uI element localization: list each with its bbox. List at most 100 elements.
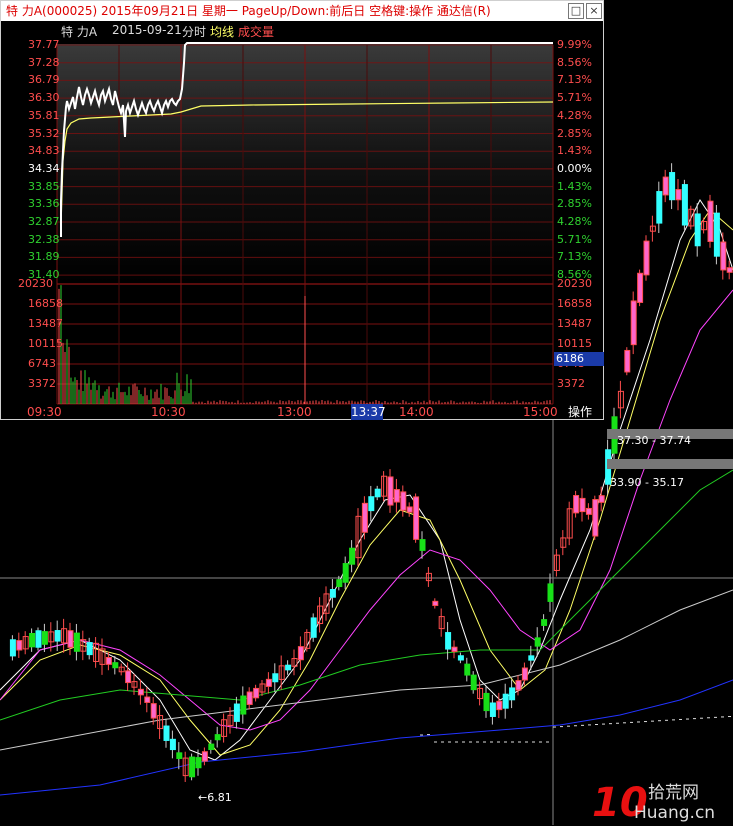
volume-axis-label-right: 13487 xyxy=(557,317,592,330)
candle-up xyxy=(598,495,605,503)
price-axis-label: 31.89 xyxy=(28,250,60,264)
volume-axis-label-right: 20230 xyxy=(557,277,592,290)
candle-up xyxy=(246,691,253,705)
candle-down xyxy=(41,631,48,645)
volume-axis-label: 20230 xyxy=(18,277,53,290)
candle-up xyxy=(643,240,650,276)
candle-up xyxy=(361,502,368,533)
candle-down xyxy=(29,632,36,648)
price-axis-label: 35.81 xyxy=(28,108,60,122)
candle-up xyxy=(720,241,727,271)
candle-down xyxy=(189,756,196,778)
pct-axis-label: 1.43% xyxy=(557,144,592,158)
candle-up xyxy=(253,687,260,699)
candle-up xyxy=(105,657,112,665)
range-label-low: 33.90 - 35.17 xyxy=(610,476,684,489)
candle-down xyxy=(457,655,464,661)
candle-down xyxy=(73,632,80,652)
candle-up xyxy=(413,496,420,540)
candle-up xyxy=(144,696,151,703)
time-axis-label: 13:00 xyxy=(277,405,312,419)
pct-axis-label: 4.28% xyxy=(557,108,592,122)
candle-up xyxy=(297,646,304,661)
pct-axis-label: 2.85% xyxy=(557,126,592,140)
volume-axis-label: 10115 xyxy=(28,337,63,350)
price-axis-label: 35.32 xyxy=(28,126,60,140)
candle-up xyxy=(521,667,528,681)
candle-down xyxy=(233,703,240,722)
candle-down xyxy=(112,662,119,669)
candle-up xyxy=(585,507,592,515)
pct-axis-label: 1.43% xyxy=(557,179,592,193)
volume-axis-label: 3372 xyxy=(28,377,56,390)
time-axis-label: 10:30 xyxy=(151,405,186,419)
time-axis-label: 14:00 xyxy=(399,405,434,419)
candle-up xyxy=(630,300,637,346)
watermark-text-cn: 拾荒网 xyxy=(648,783,699,803)
candle-up xyxy=(393,489,400,503)
candle-down xyxy=(681,184,688,226)
range-label-high: 37.30 - 37.74 xyxy=(617,434,691,447)
watermark: 10 拾荒网 Huang.cn xyxy=(590,778,730,826)
candle-up xyxy=(400,491,407,511)
candle-up xyxy=(637,272,644,303)
volume-axis-label: 13487 xyxy=(28,317,63,330)
pct-axis-label: 7.13% xyxy=(557,250,592,264)
candle-down xyxy=(214,734,221,741)
candle-up xyxy=(16,640,23,651)
candle-up xyxy=(726,267,733,273)
candle-down xyxy=(694,213,701,247)
candle-down xyxy=(419,539,426,551)
intraday-chart[interactable] xyxy=(1,1,605,421)
candle-down xyxy=(272,673,279,683)
volume-axis-label: 16858 xyxy=(28,297,63,310)
intraday-popup-window[interactable]: 特 力A(000025) 2015年09月21日 星期一 PageUp/Down… xyxy=(0,0,604,420)
candle-down xyxy=(547,583,554,602)
candle-up xyxy=(137,688,144,696)
candle-down xyxy=(208,743,215,751)
candle-down xyxy=(502,693,509,709)
candle-down xyxy=(176,752,183,759)
pct-axis-label: 8.56% xyxy=(557,55,592,69)
candle-down xyxy=(195,757,202,769)
cursor-time-badge: 13:37 xyxy=(351,404,386,420)
candle-down xyxy=(534,637,541,647)
candle-down xyxy=(169,738,176,751)
price-axis-label: 36.79 xyxy=(28,73,60,87)
operate-button[interactable]: 操作 xyxy=(557,404,603,420)
pct-axis-label: 5.71% xyxy=(557,232,592,246)
candle-up xyxy=(125,670,132,684)
candle-down xyxy=(310,617,317,638)
candle-down xyxy=(35,630,42,648)
candle-up xyxy=(662,176,669,196)
volume-axis-label-right: 16858 xyxy=(557,297,592,310)
candle-down xyxy=(483,692,490,712)
candle-down xyxy=(163,725,170,741)
price-axis-label: 36.30 xyxy=(28,91,60,105)
candle-up xyxy=(387,476,394,506)
candle-up xyxy=(67,630,74,648)
range-bar-low xyxy=(607,459,733,469)
time-axis-label: 15:00 xyxy=(523,405,558,419)
price-axis-label: 34.83 xyxy=(28,144,60,158)
price-axis-label: 32.38 xyxy=(28,232,60,246)
low-price-marker: ←6.81 xyxy=(198,791,232,804)
candle-up xyxy=(150,703,157,719)
candle-down xyxy=(509,687,516,701)
candle-down xyxy=(528,655,535,661)
candle-up xyxy=(432,600,439,606)
candle-up xyxy=(707,200,714,242)
volume-axis-label-right: 10115 xyxy=(557,337,592,350)
candle-down xyxy=(342,563,349,583)
candle-up xyxy=(624,349,631,373)
candle-down xyxy=(54,630,61,642)
candle-up xyxy=(201,751,208,762)
candle-down xyxy=(240,695,247,715)
candle-up xyxy=(515,680,522,691)
candle-up xyxy=(592,499,599,537)
volume-axis-label: 6743 xyxy=(28,357,56,370)
low-price-value: 6.81 xyxy=(207,791,232,804)
candle-up xyxy=(406,506,413,513)
pct-axis-label: 2.85% xyxy=(557,197,592,211)
pct-axis-label: 0.00% xyxy=(557,161,592,175)
